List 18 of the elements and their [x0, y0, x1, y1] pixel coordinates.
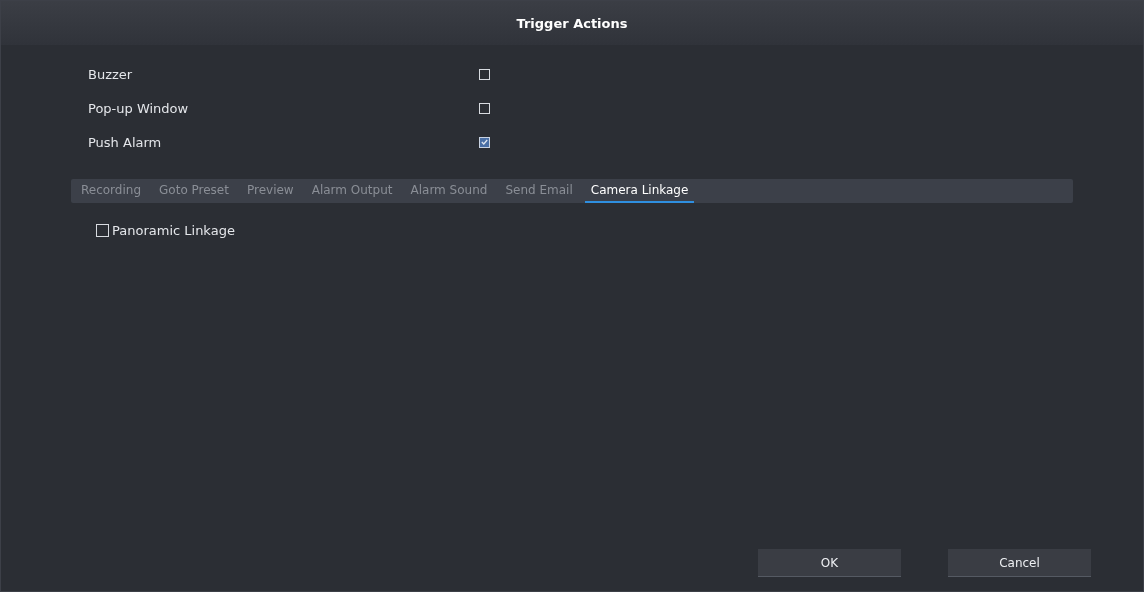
dialog-button[interactable]: OK — [758, 549, 901, 577]
checkbox[interactable] — [479, 68, 490, 80]
tab[interactable]: Goto Preset — [153, 179, 235, 203]
tab[interactable]: Alarm Sound — [404, 179, 494, 203]
tab[interactable]: Recording — [75, 179, 148, 203]
tab[interactable]: Camera Linkage — [584, 179, 695, 203]
option-label: Buzzer — [88, 66, 134, 82]
window-title: Trigger Actions — [516, 15, 628, 31]
checkbox[interactable] — [479, 102, 490, 114]
tab[interactable]: Alarm Output — [305, 179, 399, 203]
tab[interactable]: Preview — [240, 179, 300, 203]
dialog-button[interactable]: Cancel — [948, 549, 1091, 577]
option-label: Panoramic Linkage — [112, 223, 235, 238]
option-label: Push Alarm — [88, 134, 163, 150]
checkbox[interactable] — [479, 136, 490, 148]
tab[interactable]: Send Email — [499, 179, 579, 203]
option-label: Pop-up Window — [88, 100, 190, 116]
checkbox[interactable] — [96, 224, 109, 237]
